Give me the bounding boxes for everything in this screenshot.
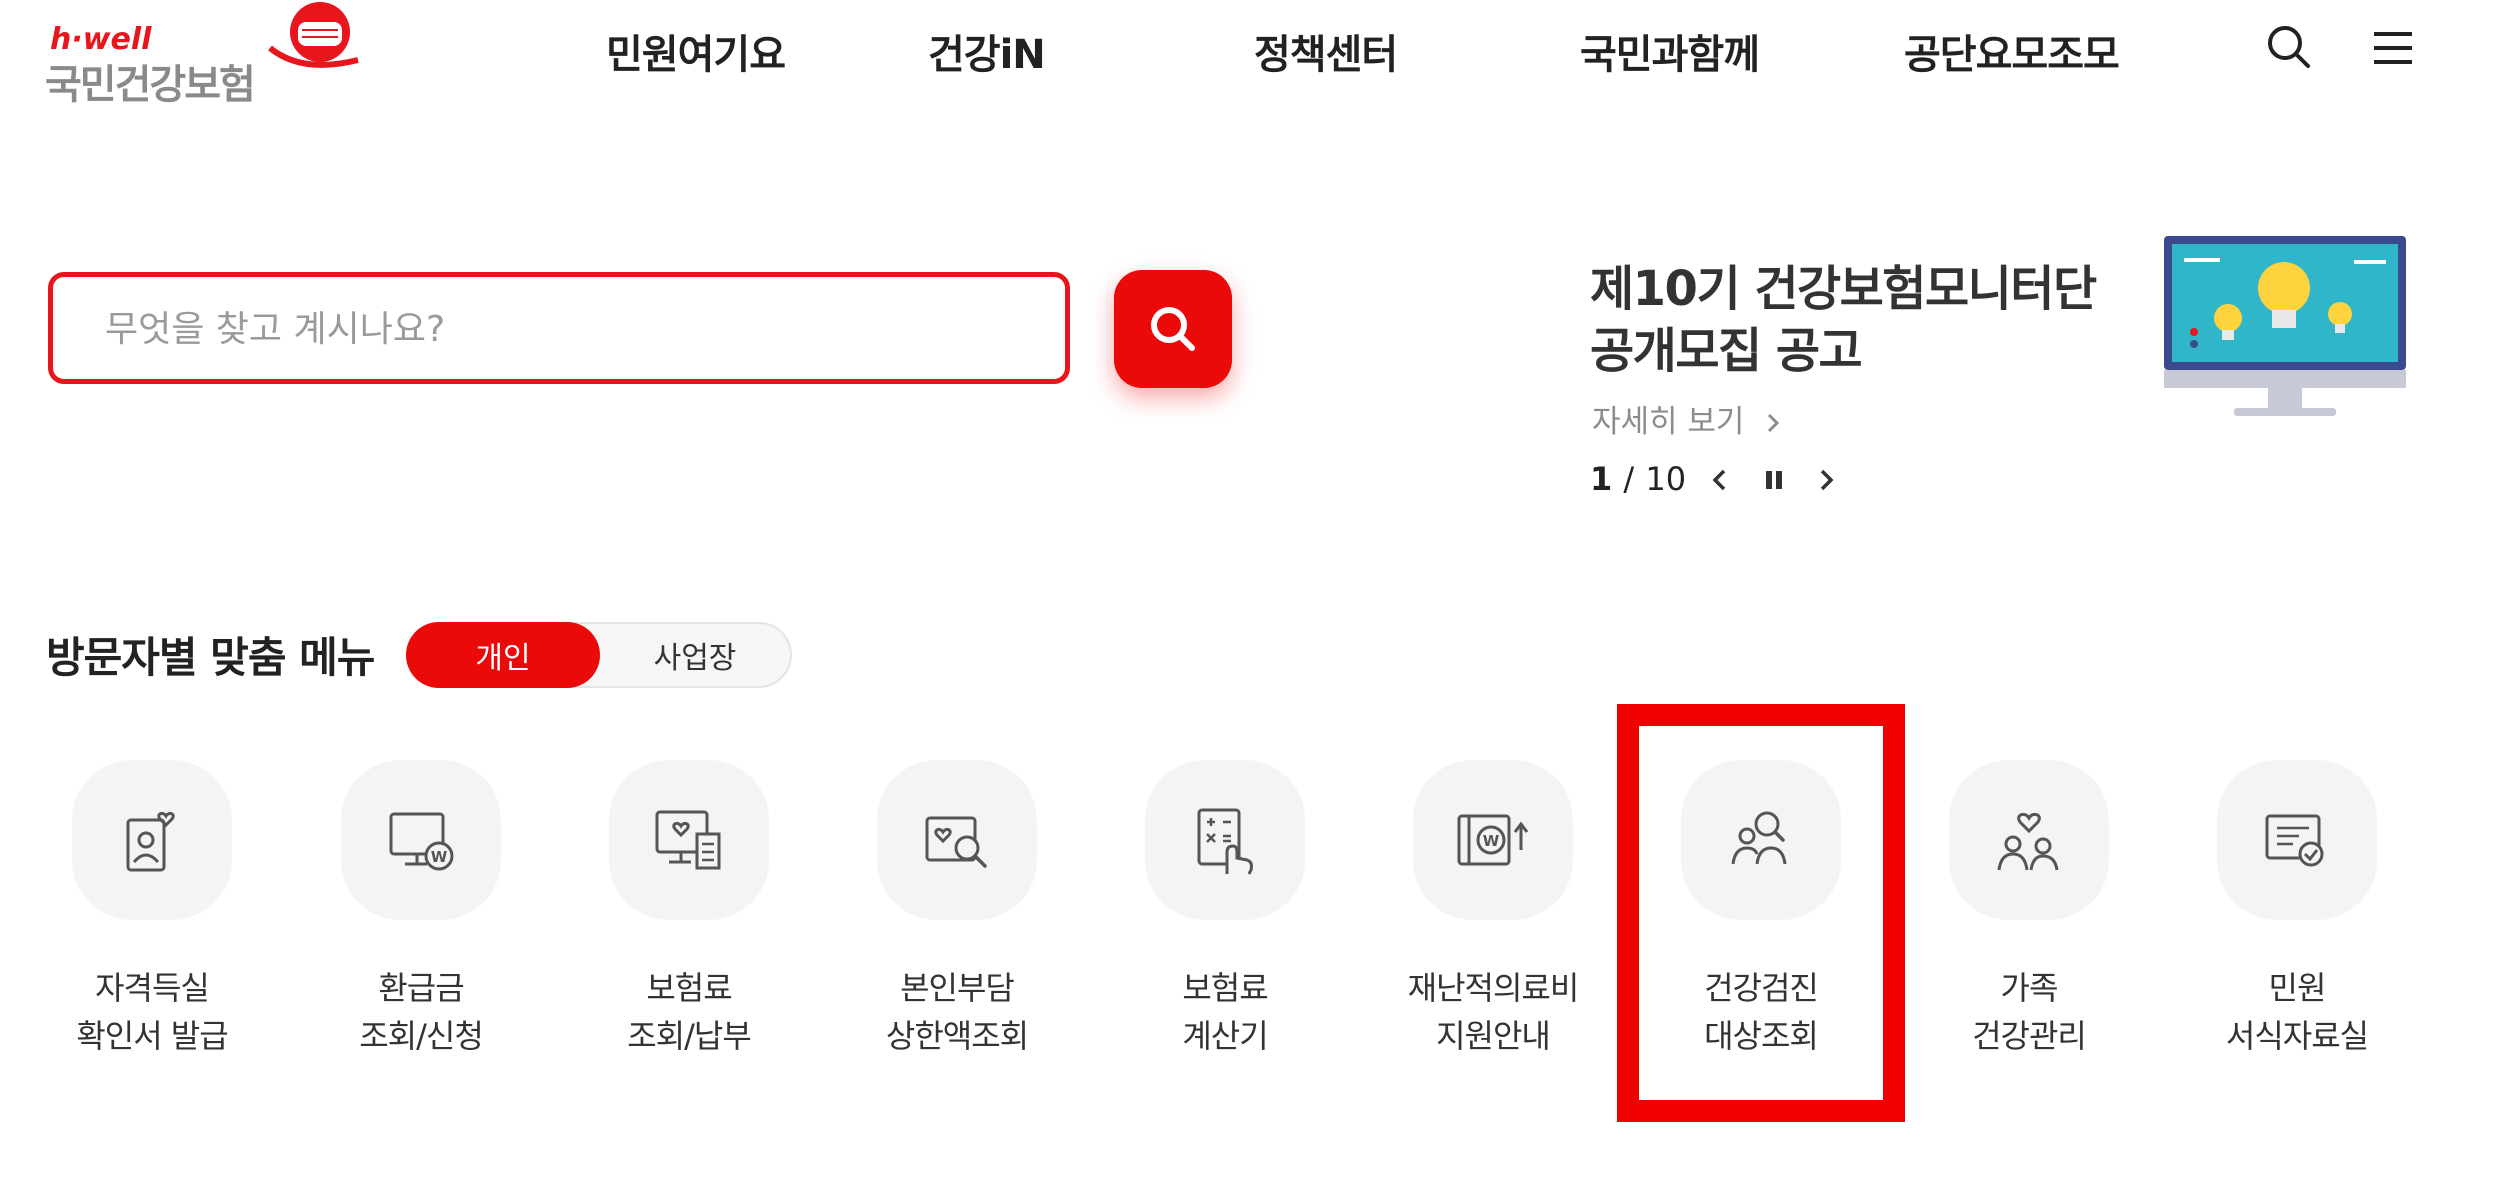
card-search-icon [925,816,987,868]
logo-korean: 국민건강보험 [45,62,256,108]
nav-item-policy[interactable]: 정책센터 [1254,22,1398,80]
service-icon-bg: W [341,760,501,920]
pause-icon [1766,471,1782,489]
monitor-won-icon: W [389,812,454,871]
banner-title[interactable]: 제10기 건강보험모니터단 공개모집 공고 [1590,258,2150,382]
banner-current-page: 1 [1590,460,1613,498]
banner-pause-button[interactable] [1756,462,1792,498]
service-icon-bg [609,760,769,920]
service-icon-bg [877,760,1037,920]
book-won-icon: W [1457,814,1529,866]
svg-text:W: W [431,848,448,866]
menu-icon[interactable] [2366,20,2422,76]
chevron-left-icon [1712,469,1726,491]
search-box [48,272,1070,384]
banner-page-separator: / [1623,460,1635,498]
tab-business[interactable]: 사업장 [598,622,792,688]
svg-text:W: W [1483,832,1500,850]
service-icon-bg [1145,760,1305,920]
service-item-premium-calculator[interactable]: 보험료 계산기 [1125,760,1325,1060]
monitor-lightbulb-illustration [2164,236,2406,416]
monitor-receipt-icon [655,810,721,870]
visitor-menu-title: 방문자별 맞춤 메뉴 [46,633,375,682]
service-item-copay-ceiling[interactable]: 본인부담 상한액조회 [857,760,1057,1060]
service-icon-bg [2217,760,2377,920]
highlight-box [1617,704,1905,1122]
banner-pagination: 1 / 10 [1590,460,1686,498]
service-item-catastrophic-medical[interactable]: W 재난적의료비 지원안내 [1393,760,1593,1060]
search-input[interactable] [103,277,1007,381]
nav-item-civil[interactable]: 민원여기요 [606,22,786,80]
search-icon [1151,307,1195,351]
family-heart-icon [1997,812,2059,871]
banner-more-link[interactable]: 자세히 보기 [1592,396,1784,441]
logo[interactable]: h·well 국민건강보험 [40,0,359,108]
search-button[interactable] [1114,270,1232,388]
service-item-forms-library[interactable]: 민원 서식자료실 [2197,760,2397,1060]
chevron-right-icon [1768,413,1780,433]
service-item-eligibility-certificate[interactable]: 자격득실 확인서 발급 [52,760,252,1060]
document-check-icon [2265,814,2324,867]
chevron-right-icon [1820,469,1834,491]
search-icon[interactable] [2262,20,2318,76]
service-icon-bg: W [1413,760,1573,920]
id-card-heart-icon [126,811,175,872]
nav-item-with-people[interactable]: 국민과함께 [1580,22,1760,80]
nav-item-about[interactable]: 공단요모조모 [1904,22,2120,80]
visitor-type-toggle: 개인 사업장 [406,622,792,688]
service-item-family-health[interactable]: 가족 건강관리 [1929,760,2129,1060]
banner-next-button[interactable] [1808,462,1844,498]
service-icon-bg [1949,760,2109,920]
service-icon-bg [72,760,232,920]
mask-mascot-icon [268,2,359,68]
banner-total-pages: 10 [1645,460,1687,498]
banner-prev-button[interactable] [1702,462,1738,498]
tab-individual[interactable]: 개인 [406,622,600,688]
calculator-hand-icon [1197,808,1253,875]
nav-item-health-in[interactable]: 건강iN [928,22,1046,80]
service-item-refund[interactable]: W 환급금 조회/신청 [321,760,521,1060]
service-item-premium-payment[interactable]: 보험료 조회/납부 [589,760,789,1060]
